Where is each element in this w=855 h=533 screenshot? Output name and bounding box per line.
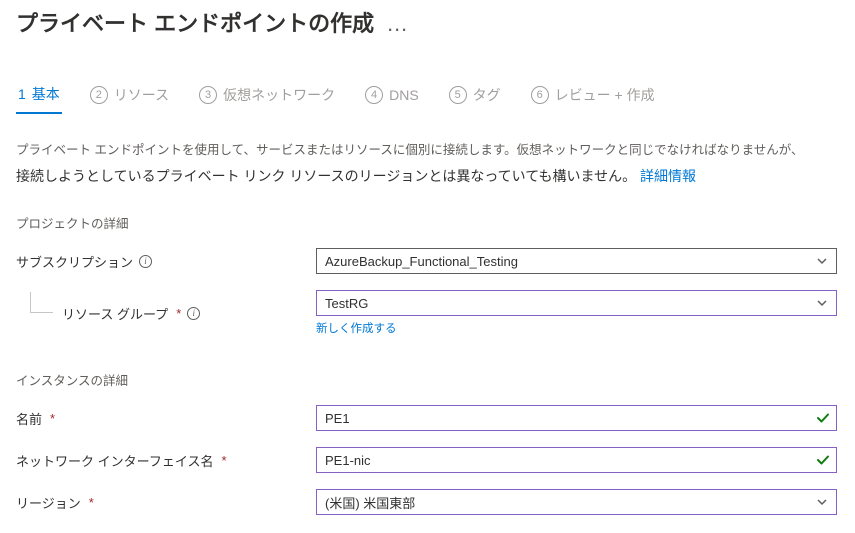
chevron-down-icon <box>816 297 828 309</box>
label-name: 名前 <box>16 409 42 428</box>
tab-vnet[interactable]: 3 仮想ネットワーク <box>197 81 337 113</box>
step-number-icon: 4 <box>365 86 383 104</box>
chevron-down-icon <box>816 496 828 508</box>
tab-review-create[interactable]: 6 レビュー + 作成 <box>529 81 657 113</box>
description-text: プライベート エンドポイントを使用して、サービスまたはリソースに個別に接続します… <box>16 139 837 189</box>
tab-label: 仮想ネットワーク <box>223 85 335 105</box>
nic-name-input[interactable] <box>325 453 816 468</box>
step-number: 1 <box>18 86 26 102</box>
info-icon[interactable]: i <box>139 255 152 268</box>
tab-label: DNS <box>389 87 419 103</box>
subscription-value: AzureBackup_Functional_Testing <box>325 254 518 269</box>
page-title: プライベート エンドポイントの作成 <box>16 6 374 38</box>
tab-dns[interactable]: 4 DNS <box>363 82 421 112</box>
section-instance-details: インスタンスの詳細 <box>16 370 837 389</box>
nic-name-input-wrap <box>316 447 837 473</box>
create-new-link[interactable]: 新しく作成する <box>316 320 397 336</box>
step-number-icon: 5 <box>449 86 467 104</box>
label-resource-group: リソース グループ <box>62 304 168 323</box>
description-line2: 接続しようとしているプライベート リンク リソースのリージョンとは異なっていても… <box>16 168 636 184</box>
required-asterisk-icon: * <box>50 411 55 426</box>
label-region: リージョン <box>16 493 81 512</box>
title-actions-ellipsis-icon[interactable]: … <box>386 11 410 37</box>
name-input-wrap <box>316 405 837 431</box>
chevron-down-icon <box>816 255 828 267</box>
tab-label: レビュー + 作成 <box>555 85 655 105</box>
tab-label: タグ <box>473 85 501 105</box>
required-asterisk-icon: * <box>221 453 226 468</box>
valid-check-icon <box>816 411 830 425</box>
learn-more-link[interactable]: 詳細情報 <box>640 168 696 184</box>
step-number-icon: 2 <box>90 86 108 104</box>
label-subscription: サブスクリプション <box>16 252 133 271</box>
resource-group-select[interactable]: TestRG <box>316 290 837 316</box>
info-icon[interactable]: i <box>187 307 200 320</box>
valid-check-icon <box>816 453 830 467</box>
step-number-icon: 6 <box>531 86 549 104</box>
region-value: (米国) 米国東部 <box>325 493 415 512</box>
tab-label: リソース <box>114 85 169 105</box>
tab-tags[interactable]: 5 タグ <box>447 81 503 113</box>
description-line1: プライベート エンドポイントを使用して、サービスまたはリソースに個別に接続します… <box>16 139 837 163</box>
subscription-select[interactable]: AzureBackup_Functional_Testing <box>316 248 837 274</box>
wizard-tabs: 1 基本 2 リソース 3 仮想ネットワーク 4 DNS 5 タグ 6 レビュー… <box>16 80 837 115</box>
region-select[interactable]: (米国) 米国東部 <box>316 489 837 515</box>
label-nic-name: ネットワーク インターフェイス名 <box>16 451 213 470</box>
tab-basics[interactable]: 1 基本 <box>16 80 62 114</box>
tab-resource[interactable]: 2 リソース <box>88 81 171 113</box>
required-asterisk-icon: * <box>176 306 181 321</box>
name-input[interactable] <box>325 411 816 426</box>
tab-label: 基本 <box>32 84 60 104</box>
required-asterisk-icon: * <box>89 495 94 510</box>
step-number-icon: 3 <box>199 86 217 104</box>
resource-group-value: TestRG <box>325 296 368 311</box>
section-project-details: プロジェクトの詳細 <box>16 213 837 232</box>
